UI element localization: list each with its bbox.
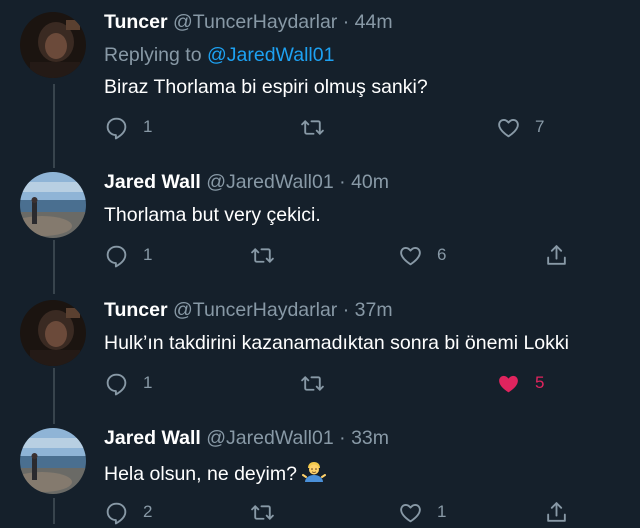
tweet-text: Hela olsun, ne deyim? xyxy=(104,460,327,490)
retweet-icon xyxy=(251,504,274,520)
user-handle[interactable]: @JaredWall01 xyxy=(206,171,333,193)
tweet-actions: 1 7 xyxy=(104,113,584,143)
share-button[interactable] xyxy=(544,241,569,269)
mention-link[interactable]: @JaredWall01 xyxy=(207,44,334,66)
like-button[interactable]: 6 xyxy=(398,241,446,269)
tweet-header: Tuncer @TuncerHaydarlar · 44m xyxy=(104,11,393,34)
separator-dot: · xyxy=(339,427,346,449)
replying-to: Replying to @JaredWall01 xyxy=(104,44,334,67)
tweet-header: Jared Wall @JaredWall01 · 33m xyxy=(104,427,389,450)
avatar[interactable] xyxy=(20,300,86,366)
like-count: 7 xyxy=(535,117,545,136)
reply-button[interactable]: 1 xyxy=(104,241,152,269)
retweet-icon xyxy=(251,247,274,263)
reply-count: 1 xyxy=(143,373,153,392)
display-name[interactable]: Jared Wall xyxy=(104,427,201,449)
replying-to-label: Replying to xyxy=(104,44,202,66)
heart-icon xyxy=(498,118,519,137)
retweet-button[interactable] xyxy=(300,113,325,141)
reply-button[interactable]: 1 xyxy=(104,369,152,397)
tweet[interactable]: Tuncer @TuncerHaydarlar · 37m Hulk’ın ta… xyxy=(0,288,640,416)
timestamp[interactable]: 33m xyxy=(351,427,389,449)
reply-count: 2 xyxy=(143,502,153,521)
tweet[interactable]: Tuncer @TuncerHaydarlar · 44m Replying t… xyxy=(0,0,640,160)
tweet-actions: 1 5 xyxy=(104,369,584,399)
separator-dot: · xyxy=(339,171,346,193)
user-handle[interactable]: @TuncerHaydarlar xyxy=(173,299,337,321)
retweet-button[interactable] xyxy=(300,369,325,397)
avatar[interactable] xyxy=(20,428,86,494)
like-button[interactable]: 5 xyxy=(496,369,544,397)
timestamp[interactable]: 40m xyxy=(351,171,389,193)
heart-icon xyxy=(400,246,421,265)
display-name[interactable]: Tuncer xyxy=(104,299,168,321)
like-count: 6 xyxy=(437,245,447,264)
reply-icon xyxy=(106,502,127,524)
reply-icon xyxy=(106,373,127,395)
reply-count: 1 xyxy=(143,245,153,264)
separator-dot: · xyxy=(342,11,350,33)
tweet-text-content: Hela olsun, ne deyim? xyxy=(104,463,297,486)
like-count: 1 xyxy=(437,502,447,521)
tweet-actions: 1 6 xyxy=(104,241,584,271)
separator-dot: · xyxy=(342,299,350,321)
share-icon xyxy=(547,501,566,522)
tweet-header: Tuncer @TuncerHaydarlar · 37m xyxy=(104,299,393,322)
heart-filled-icon xyxy=(499,375,518,392)
retweet-button[interactable] xyxy=(250,498,275,526)
like-button[interactable]: 1 xyxy=(398,498,446,526)
person-shrugging-emoji xyxy=(302,460,327,490)
display-name[interactable]: Tuncer xyxy=(104,11,168,33)
share-button[interactable] xyxy=(544,498,569,526)
timestamp[interactable]: 37m xyxy=(355,299,393,321)
reply-button[interactable]: 2 xyxy=(104,498,152,526)
tweet-text: Hulk’ın takdirini kazanamadıktan sonra b… xyxy=(104,332,569,354)
retweet-icon xyxy=(301,119,324,135)
tweet[interactable]: Jared Wall @JaredWall01 · 40m Thorlama b… xyxy=(0,160,640,288)
avatar[interactable] xyxy=(20,172,86,238)
avatar[interactable] xyxy=(20,12,86,78)
user-handle[interactable]: @TuncerHaydarlar xyxy=(173,11,337,33)
reply-count: 1 xyxy=(143,117,153,136)
like-button[interactable]: 7 xyxy=(496,113,544,141)
display-name[interactable]: Jared Wall xyxy=(104,171,201,193)
tweet-text: Biraz Thorlama bi espiri olmuş sanki? xyxy=(104,76,428,98)
reply-icon xyxy=(106,117,127,139)
retweet-icon xyxy=(301,375,324,391)
like-count: 5 xyxy=(535,373,545,392)
share-icon xyxy=(547,244,566,265)
user-handle[interactable]: @JaredWall01 xyxy=(206,427,333,449)
tweet[interactable]: Jared Wall @JaredWall01 · 33m Hela olsun… xyxy=(0,416,640,524)
tweet-header: Jared Wall @JaredWall01 · 40m xyxy=(104,171,389,194)
tweet-text: Thorlama but very çekici. xyxy=(104,204,321,226)
reply-icon xyxy=(106,245,127,267)
timestamp[interactable]: 44m xyxy=(355,11,393,33)
heart-icon xyxy=(400,503,421,522)
reply-button[interactable]: 1 xyxy=(104,113,152,141)
retweet-button[interactable] xyxy=(250,241,275,269)
